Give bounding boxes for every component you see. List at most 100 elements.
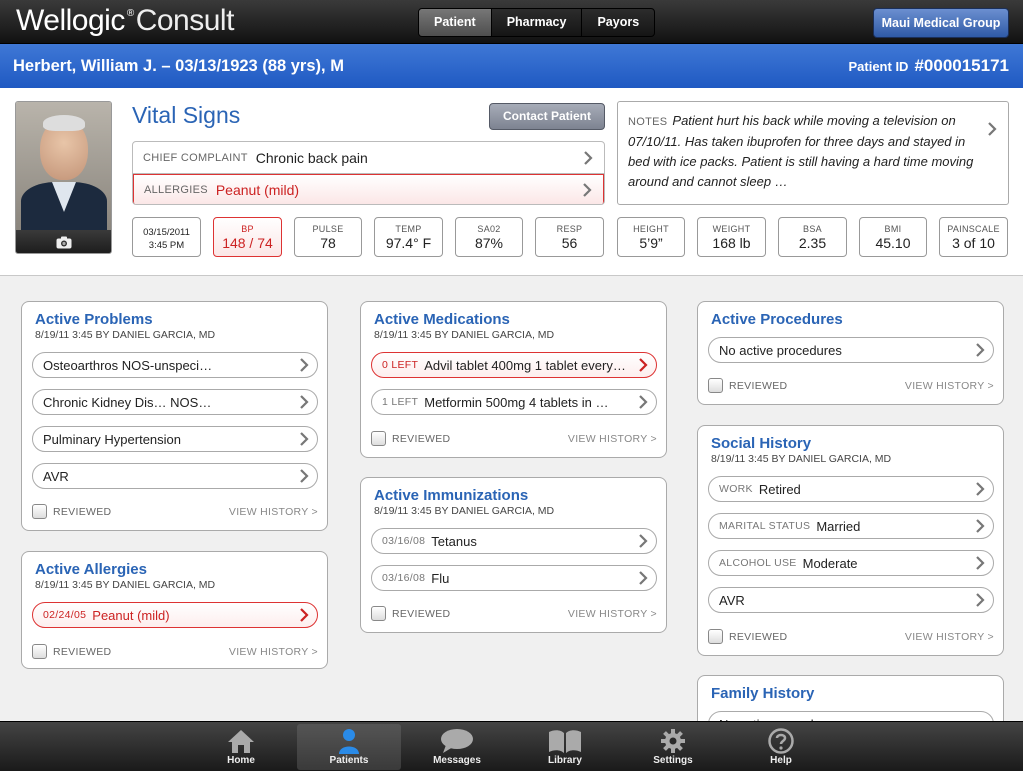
view-history-link[interactable]: VIEW HISTORY > [229,646,318,658]
item-value: Tetanus [431,533,477,549]
list-item[interactable]: 02/24/05 Peanut (mild) [32,602,318,628]
active-problems-card: Active Problems 8/19/11 3:45 BY DANIEL G… [21,301,328,531]
vital-weight[interactable]: WEIGHT 168 lb [697,217,766,257]
active-medications-card: Active Medications 8/19/11 3:45 BY DANIE… [360,301,667,458]
list-item[interactable]: MARITAL STATUS Married [708,513,994,539]
segment-patient[interactable]: Patient [419,9,492,36]
card-title: Social History [711,435,812,452]
tab-settings[interactable]: Settings [621,724,725,770]
vital-signs-panel: Vital Signs Contact Patient CHIEF COMPLA… [0,88,1023,276]
chevron-right-icon [300,358,309,372]
patient-photo-image [16,102,111,230]
patient-id: Patient ID #000015171 [848,56,1009,76]
item-value: Retired [758,481,801,497]
item-value: Flu [431,570,450,586]
reviewed-checkbox[interactable] [708,629,723,644]
vital-signs-title: Vital Signs [132,102,241,128]
item-date: 03/16/08 [382,572,426,584]
chevron-right-icon [300,608,309,622]
item-value: Pulminary Hypertension [43,431,182,447]
item-value: Metformin 500mg 4 tablets in … [424,394,609,410]
tab-label: Patients [329,755,369,766]
notes-text: Patient hurt his back while moving a tel… [628,113,974,189]
list-item[interactable]: ALCOHOL USE Moderate [708,550,994,576]
chevron-right-icon [300,432,309,446]
patient-bar: Herbert, William J. – 03/13/1923 (88 yrs… [0,44,1023,88]
view-history-link[interactable]: VIEW HISTORY > [905,380,994,392]
vital-value: 2.35 [798,235,827,251]
card-footer: REVIEWED VIEW HISTORY > [708,629,994,645]
tab-home[interactable]: Home [189,724,293,770]
card-footer: REVIEWED VIEW HISTORY > [371,431,657,447]
view-history-link[interactable]: VIEW HISTORY > [229,506,318,518]
segment-pharmacy[interactable]: Pharmacy [492,9,583,36]
vital-value: 87% [474,235,504,251]
vital-bp[interactable]: BP 148 / 74 [213,217,282,257]
tab-label: Help [770,755,792,766]
reviewed-checkbox[interactable] [371,606,386,621]
vital-bmi[interactable]: BMI 45.10 [859,217,927,257]
list-item[interactable]: AVR [32,463,318,489]
help-icon [768,728,794,754]
chevron-right-icon [583,183,592,197]
vital-label: PAINSCALE [947,224,1000,234]
reviewed-checkbox[interactable] [32,504,47,519]
item-value: Married [816,518,861,534]
reviewed-checkbox[interactable] [32,644,47,659]
vitals-date[interactable]: 03/15/2011 3:45 PM [132,217,201,257]
app-logo: Wellogic ®Consult [16,4,234,38]
reviewed-checkbox[interactable] [708,378,723,393]
vital-pulse[interactable]: PULSE 78 [294,217,362,257]
reviewed-checkbox[interactable] [371,431,386,446]
card-subtitle: 8/19/11 3:45 BY DANIEL GARCIA, MD [711,453,892,465]
book-icon [549,730,581,753]
reviewed-label: REVIEWED [53,646,112,658]
medical-group-button[interactable]: Maui Medical Group [873,8,1009,38]
list-item[interactable]: WORK Retired [708,476,994,502]
list-item[interactable]: Chronic Kidney Dis… NOS… [32,389,318,415]
item-value: Peanut (mild) [92,607,170,623]
segment-payors[interactable]: Payors [582,9,654,36]
tab-help[interactable]: Help [729,724,833,770]
bottom-tab-bar: Home Patients Messages Library Settings … [0,721,1023,771]
item-count: 0 LEFT [382,359,419,371]
list-item[interactable]: 1 LEFT Metformin 500mg 4 tablets in … [371,389,657,415]
chief-complaint-label: CHIEF COMPLAINT [143,151,248,164]
vital-label: BSA [803,224,822,234]
vital-painscale[interactable]: PAINSCALE 3 of 10 [939,217,1008,257]
chevron-right-icon [976,519,985,533]
tab-messages[interactable]: Messages [405,724,509,770]
gear-icon [661,729,685,753]
allergies-value: Peanut (mild) [215,182,300,198]
list-item[interactable]: 03/16/08 Flu [371,565,657,591]
vital-temp[interactable]: TEMP 97.4° F [374,217,443,257]
list-item[interactable]: AVR [708,587,994,613]
chief-complaint-row[interactable]: CHIEF COMPLAINT Chronic back pain [133,142,604,174]
logo-product: Consult [135,4,235,37]
vital-label: WEIGHT [712,224,751,234]
item-value: AVR [719,592,745,608]
allergies-row[interactable]: ALLERGIES Peanut (mild) [133,174,604,204]
contact-patient-button[interactable]: Contact Patient [489,103,605,130]
list-item[interactable]: 03/16/08 Tetanus [371,528,657,554]
list-item[interactable]: Osteoarthros NOS-unspeci… [32,352,318,378]
tab-library[interactable]: Library [513,724,617,770]
notes-box[interactable]: NOTES Patient hurt his back while moving … [617,101,1009,205]
list-item[interactable]: No active procedures [708,337,994,363]
view-history-link[interactable]: VIEW HISTORY > [568,608,657,620]
vital-sa02[interactable]: SA02 87% [455,217,523,257]
card-title: Active Problems [35,311,153,328]
card-title: Active Procedures [711,311,843,328]
vital-bsa[interactable]: BSA 2.35 [778,217,847,257]
vital-resp[interactable]: RESP 56 [535,217,604,257]
patient-id-label: Patient ID [848,59,909,74]
vital-height[interactable]: HEIGHT 5’9” [617,217,685,257]
app-window: Wellogic ®Consult Patient Pharmacy Payors… [0,0,1023,771]
view-history-link[interactable]: VIEW HISTORY > [905,631,994,643]
vital-value: 3 of 10 [952,235,995,251]
tab-label: Library [548,755,582,766]
list-item[interactable]: 0 LEFT Advil tablet 400mg 1 tablet every… [371,352,657,378]
view-history-link[interactable]: VIEW HISTORY > [568,433,657,445]
list-item[interactable]: Pulminary Hypertension [32,426,318,452]
tab-patients[interactable]: Patients [297,724,401,770]
